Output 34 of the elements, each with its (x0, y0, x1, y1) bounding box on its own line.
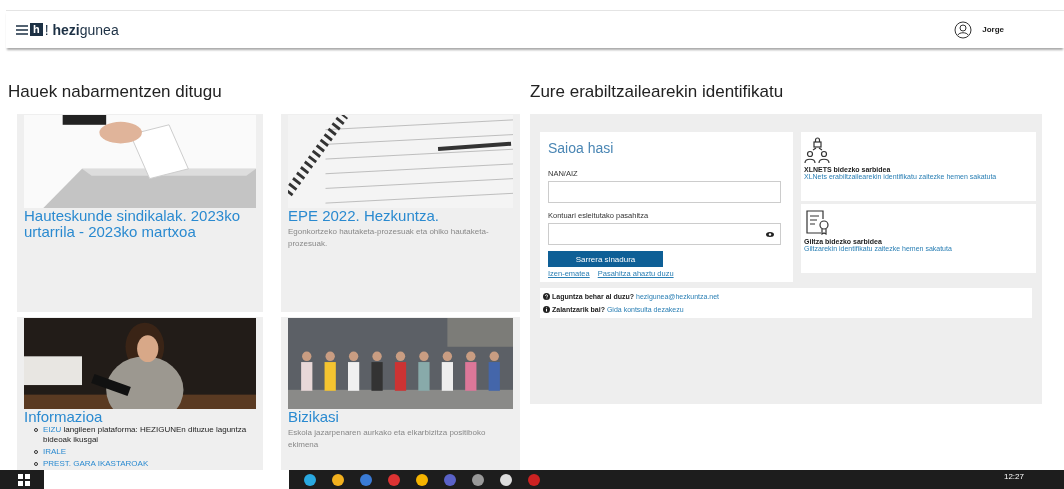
form-title: Saioa hasi (548, 140, 615, 156)
question-icon (543, 293, 550, 300)
certificate-icon (804, 209, 831, 236)
logo-mark: h (30, 23, 43, 36)
section-title: Hauek nabarmentzen ditugu (8, 82, 223, 102)
app-icon[interactable] (415, 472, 429, 487)
windows-icon[interactable] (18, 473, 30, 486)
app-icon[interactable] (331, 472, 345, 487)
list-item: EIZU langileen plataforma: HEZIGUNEn dituzue laguntza bideoak ikusgai (43, 425, 248, 445)
sign-in-button[interactable]: Sarrera sinadura (548, 251, 663, 267)
app-icon[interactable] (499, 472, 513, 487)
search-field[interactable] (44, 470, 289, 489)
card-title[interactable]: Informazioa (24, 409, 256, 425)
user-icon[interactable] (954, 20, 973, 39)
item-link[interactable]: EIZU (43, 425, 62, 434)
eye-icon[interactable] (766, 231, 774, 237)
section-title: Zure erabiltzailearekin identifikatu (530, 82, 785, 102)
card-title[interactable]: Bizikasi (288, 409, 513, 425)
user-name[interactable]: Jorge (982, 25, 1004, 34)
item-link[interactable]: IRALE (43, 447, 67, 457)
app-icon[interactable] (471, 472, 485, 487)
info-icon (543, 306, 550, 313)
input-field[interactable] (548, 181, 781, 203)
card-description: Egonkortzeko hautaketa-prozesuak eta ohiko hautaketa-prozesuak. (288, 226, 490, 250)
card-title[interactable]: EPE 2022. Hezkuntza. (288, 208, 513, 224)
app-icon[interactable] (303, 472, 317, 487)
menu-icon[interactable] (16, 24, 28, 35)
item-link[interactable]: PREST. GARA IKASTAROAK (43, 459, 149, 469)
card-title[interactable]: Hauteskunde sindikalak. 2023ko urtarrila - 2023ko martxoa (24, 208, 256, 240)
brand-name: ! hezigunea (44, 21, 119, 38)
input-field[interactable] (548, 223, 781, 245)
network-icon (804, 137, 831, 164)
card-description: Eskola jazarpenaren aurkako eta elkarbizitza positiboko ekimena (288, 427, 487, 451)
clock: 12:27 (1003, 472, 1024, 481)
